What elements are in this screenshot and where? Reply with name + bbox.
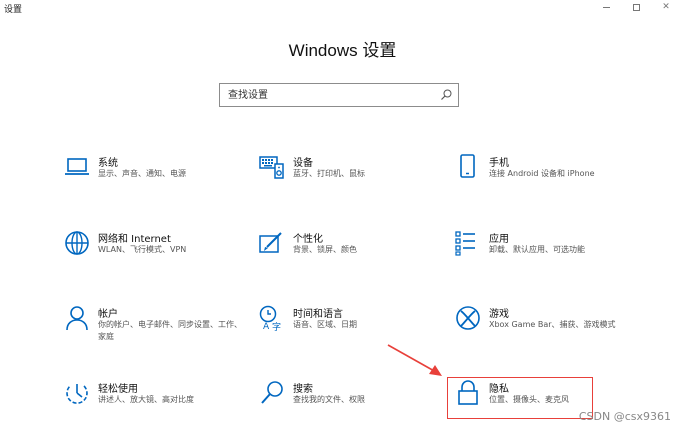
tile-system[interactable]: 系统 显示、声音、通知、电源: [64, 154, 254, 212]
search-icon: [261, 381, 283, 404]
tile-title: 游戏: [489, 309, 509, 320]
apps-list-icon: [455, 231, 475, 256]
tile-gaming[interactable]: 游戏 Xbox Game Bar、捕获、游戏模式: [455, 305, 645, 363]
xbox-icon: [456, 306, 480, 330]
page-title: Windows 设置: [288, 41, 397, 60]
maximize-icon: [632, 4, 640, 11]
svg-text:字: 字: [272, 321, 281, 331]
maximize-button[interactable]: [628, 1, 644, 14]
search-box[interactable]: [219, 83, 459, 107]
tile-title: 个性化: [293, 234, 323, 245]
search-icon[interactable]: [439, 88, 453, 102]
tile-description: 卸载、默认应用、可选功能: [489, 245, 585, 254]
tile-description: 显示、声音、通知、电源: [98, 169, 186, 178]
paint-icon: [259, 232, 282, 253]
privacy-highlight-box: [447, 377, 593, 419]
tile-title: 系统: [98, 158, 118, 169]
tile-personalization[interactable]: 个性化 背景、锁屏、颜色: [259, 230, 449, 288]
tile-phone[interactable]: 手机 连接 Android 设备和 iPhone: [455, 154, 645, 212]
search-input[interactable]: [220, 84, 432, 106]
tile-description: 蓝牙、打印机、鼠标: [293, 169, 365, 178]
tile-title: 手机: [489, 158, 509, 169]
phone-icon: [460, 154, 475, 178]
tile-title: 应用: [489, 234, 509, 245]
tile-search[interactable]: 搜索 查找我的文件、权限: [259, 380, 449, 432]
tile-description: 语音、区域、日期: [293, 320, 357, 329]
tile-accounts[interactable]: 帐户 你的帐户、电子邮件、同步设置、工作、家庭: [64, 305, 254, 363]
tile-description: 你的帐户、电子邮件、同步设置、工作、家庭: [98, 320, 242, 341]
tile-title: 时间和语言: [293, 309, 343, 320]
tile-devices[interactable]: 设备 蓝牙、打印机、鼠标: [259, 154, 449, 212]
svg-text:A: A: [263, 322, 270, 331]
ease-of-access-icon: [66, 384, 88, 404]
window-title: 设置: [4, 5, 23, 15]
tile-title: 帐户: [98, 309, 118, 320]
minimize-button[interactable]: [598, 1, 614, 14]
time-language-icon: A 字: [259, 305, 281, 331]
tile-description: Xbox Game Bar、捕获、游戏模式: [489, 320, 616, 329]
close-icon: ✕: [662, 2, 670, 12]
tile-description: 查找我的文件、权限: [293, 395, 365, 404]
tile-title: 网络和 Internet: [98, 234, 171, 245]
tile-ease-of-access[interactable]: 轻松使用 讲述人、放大镜、高对比度: [64, 380, 254, 432]
tile-title: 设备: [293, 158, 313, 169]
tile-title: 轻松使用: [98, 384, 138, 395]
tile-description: 讲述人、放大镜、高对比度: [98, 395, 194, 404]
tile-description: 连接 Android 设备和 iPhone: [489, 169, 595, 178]
tile-description: 背景、锁屏、颜色: [293, 245, 357, 254]
red-arrow-annotation: [387, 344, 442, 376]
person-icon: [66, 306, 88, 331]
tile-network[interactable]: 网络和 Internet WLAN、飞行模式、VPN: [64, 230, 254, 288]
laptop-icon: [65, 158, 89, 175]
close-button[interactable]: ✕: [658, 1, 674, 14]
tile-apps[interactable]: 应用 卸载、默认应用、可选功能: [455, 230, 645, 288]
title-bar: 设置 ✕: [0, 0, 685, 18]
globe-icon: [65, 231, 89, 255]
keyboard-speaker-icon: [259, 156, 284, 179]
watermark: CSDN @csx9361: [578, 410, 671, 423]
tile-title: 搜索: [293, 384, 313, 395]
tile-description: WLAN、飞行模式、VPN: [98, 245, 187, 254]
minimize-icon: [602, 7, 610, 8]
